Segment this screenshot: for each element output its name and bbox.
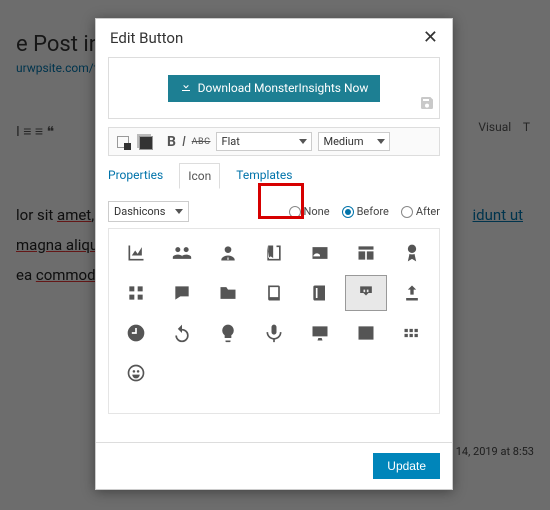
preview-button[interactable]: Download MonsterInsights Now	[168, 75, 381, 102]
icon-bookalt2[interactable]	[299, 275, 341, 311]
bg-color-picker[interactable]	[139, 136, 153, 150]
modal-title: Edit Button	[110, 29, 183, 47]
edit-button-modal: Edit Button ✕ Download MonsterInsights N…	[95, 18, 453, 490]
iconset-select[interactable]: Dashicons	[108, 201, 189, 222]
button-preview: Download MonsterInsights Now	[108, 57, 440, 119]
icon-gallery[interactable]	[391, 315, 433, 351]
icon-award[interactable]	[391, 235, 433, 271]
icon-businessman[interactable]	[207, 235, 249, 271]
icon-chart[interactable]	[115, 235, 157, 271]
radio-after[interactable]: After	[401, 205, 440, 218]
radio-before[interactable]: Before	[342, 205, 389, 218]
icon-folder[interactable]	[207, 275, 249, 311]
icon-dashboard[interactable]	[345, 235, 387, 271]
icon-book[interactable]	[253, 235, 295, 271]
style-toolbar: B I ABC Flat Medium	[108, 127, 440, 156]
icon-upload[interactable]	[391, 275, 433, 311]
modal-header: Edit Button ✕	[96, 19, 452, 53]
icon-image[interactable]	[345, 315, 387, 351]
icon-desktop[interactable]	[299, 315, 341, 351]
icon-grid[interactable]	[108, 228, 440, 414]
icon-clock[interactable]	[115, 315, 157, 351]
strike-toggle[interactable]: ABC	[192, 137, 211, 147]
icon-id[interactable]	[299, 235, 341, 271]
preview-button-label: Download MonsterInsights Now	[198, 81, 369, 95]
size-select[interactable]: Medium	[318, 132, 390, 151]
icon-lightbulb[interactable]	[207, 315, 249, 351]
save-icon[interactable]	[419, 95, 435, 116]
icon-smiley[interactable]	[115, 355, 157, 391]
icon-bookalt[interactable]	[253, 275, 295, 311]
download-icon	[180, 81, 192, 96]
icon-groups[interactable]	[161, 235, 203, 271]
italic-toggle[interactable]: I	[182, 134, 186, 150]
icon-download[interactable]	[345, 275, 387, 311]
update-button[interactable]: Update	[373, 453, 440, 479]
icon-screenoptions[interactable]	[115, 275, 157, 311]
icon-comment[interactable]	[161, 275, 203, 311]
text-color-picker[interactable]	[115, 134, 131, 150]
close-icon[interactable]: ✕	[423, 29, 438, 47]
icon-undo[interactable]	[161, 315, 203, 351]
tab-icon[interactable]: Icon	[179, 163, 220, 189]
highlight-icon-tab	[258, 183, 304, 219]
bold-toggle[interactable]: B	[167, 134, 176, 150]
tab-properties[interactable]: Properties	[108, 168, 163, 189]
icon-microphone[interactable]	[253, 315, 295, 351]
icon-position-radios: None Before After	[289, 205, 440, 218]
modal-footer: Update	[96, 442, 452, 489]
style-select[interactable]: Flat	[216, 132, 312, 151]
